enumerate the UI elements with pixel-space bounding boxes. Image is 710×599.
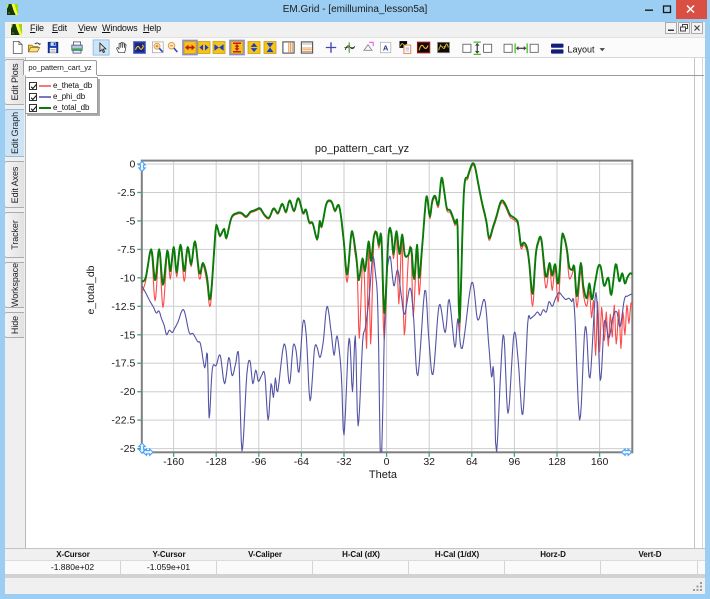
svg-text:0: 0 <box>384 456 390 468</box>
svg-text:128: 128 <box>548 456 566 468</box>
svg-text:64: 64 <box>466 456 478 468</box>
svg-text:32: 32 <box>423 456 435 468</box>
svg-text:Theta: Theta <box>369 469 398 481</box>
svg-text:-2.5: -2.5 <box>117 187 135 199</box>
svg-text:-128: -128 <box>206 456 227 468</box>
svg-text:-160: -160 <box>163 456 184 468</box>
svg-text:160: 160 <box>591 456 609 468</box>
svg-text:-25: -25 <box>120 443 135 455</box>
svg-text:-96: -96 <box>251 456 266 468</box>
svg-text:-5: -5 <box>126 215 135 227</box>
svg-text:po_pattern_cart_yz: po_pattern_cart_yz <box>315 143 409 155</box>
svg-text:-64: -64 <box>294 456 309 468</box>
svg-text:Layout: Layout <box>568 45 596 55</box>
svg-text:-22.5: -22.5 <box>111 415 135 427</box>
svg-text:-15: -15 <box>120 329 135 341</box>
svg-text:-20: -20 <box>120 386 135 398</box>
svg-text:A: A <box>383 43 389 52</box>
svg-text:e_total_db: e_total_db <box>85 265 97 314</box>
svg-text:96: 96 <box>509 456 521 468</box>
svg-text:-32: -32 <box>336 456 351 468</box>
svg-text:-10: -10 <box>120 272 135 284</box>
svg-text:-7.5: -7.5 <box>117 244 135 256</box>
svg-text:-12.5: -12.5 <box>111 301 135 313</box>
svg-text:0: 0 <box>129 159 135 171</box>
svg-text:-17.5: -17.5 <box>111 358 135 370</box>
